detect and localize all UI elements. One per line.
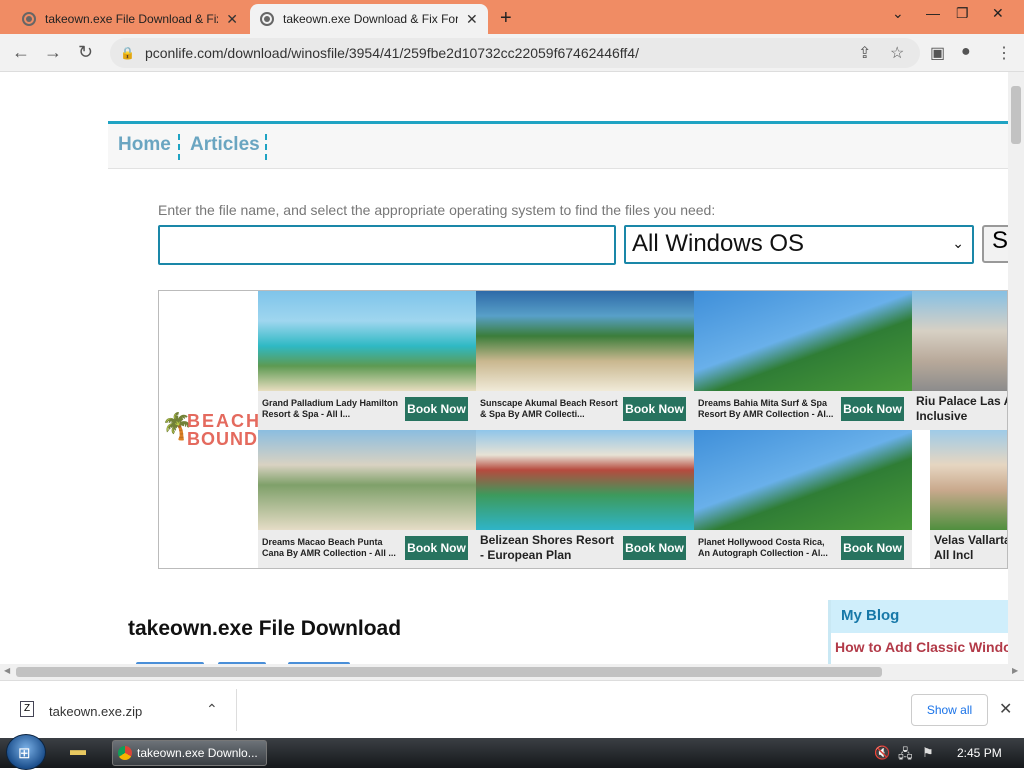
resort-photo — [258, 291, 476, 391]
action-center-icon[interactable]: ⚑ — [922, 745, 934, 761]
zip-file-icon: Z — [20, 701, 34, 717]
vertical-scroll-thumb[interactable] — [1011, 86, 1021, 144]
resort-photo — [694, 291, 912, 391]
taskbar-chrome-window[interactable]: takeown.exe Downlo... — [112, 740, 267, 766]
resort-photo — [912, 291, 1007, 391]
show-all-button[interactable]: Show all — [911, 694, 988, 726]
side-panel-icon[interactable]: ▣ — [930, 43, 945, 63]
blog-article-link[interactable]: How to Add Classic Windo — [831, 633, 1008, 661]
nav-articles-link[interactable]: Articles — [190, 134, 260, 156]
resort-card[interactable]: Dreams Bahia Mita Surf & Spa Resort By A… — [694, 291, 912, 430]
window-close-icon[interactable]: ✕ — [992, 5, 1004, 22]
resort-card[interactable]: Grand Palladium Lady Hamilton Resort & S… — [258, 291, 476, 430]
file-search-input[interactable] — [158, 225, 616, 265]
download-bar: Z takeown.exe.zip ⌃ Show all ✕ — [0, 680, 1024, 738]
chrome-icon — [118, 746, 132, 760]
restore-icon[interactable]: ❐ — [956, 5, 969, 22]
book-now-button[interactable]: Book Now — [623, 397, 686, 421]
tab-2-title: takeown.exe Download & Fix For — [283, 12, 458, 26]
site-favicon-icon — [22, 12, 36, 26]
resort-name: Planet Hollywood Costa Rica, An Autograp… — [698, 537, 828, 558]
windows-logo-icon: ⊞ — [18, 745, 31, 762]
windows-taskbar: ⊞ ▬ takeown.exe Downlo... 🔇 🖧 ⚑ 2:45 PM — [0, 734, 1024, 770]
menu-kebab-icon[interactable]: ⋮ — [996, 43, 1012, 63]
share-icon[interactable]: ⇪ — [858, 43, 871, 63]
blog-widget: My Blog How to Add Classic Windo — [828, 600, 1008, 664]
site-nav: Home Articles — [108, 121, 1008, 169]
resort-name: Sunscape Akumal Beach Resort & Spa By AM… — [480, 398, 618, 419]
close-tab-icon[interactable]: ✕ — [226, 11, 238, 28]
resort-name: Dreams Macao Beach Punta Cana By AMR Col… — [262, 537, 396, 558]
beachbound-ad[interactable]: 🌴 BEACH BOUND Grand Palladium Lady Hamil… — [158, 290, 1008, 569]
new-tab-icon[interactable]: + — [500, 7, 512, 30]
bookmark-star-icon[interactable]: ☆ — [890, 43, 904, 63]
close-download-bar-icon[interactable]: ✕ — [999, 699, 1012, 719]
lock-icon: 🔒 — [120, 46, 135, 60]
horizontal-scrollbar[interactable]: ◀ ▶ — [0, 664, 1024, 680]
file-explorer-icon[interactable]: ▬ — [70, 742, 98, 764]
web-page: Home Articles Enter the file name, and s… — [0, 72, 1008, 664]
resort-photo — [476, 291, 694, 391]
search-hint: Enter the file name, and select the appr… — [158, 202, 716, 218]
browser-toolbar: ← → ↻ 🔒 pconlife.com/download/winosfile/… — [0, 34, 1024, 72]
chevron-down-icon: ⌄ — [952, 235, 964, 251]
download-file-name[interactable]: takeown.exe.zip — [49, 704, 142, 719]
resort-card[interactable]: Riu Palace Las A - All Inclusive — [912, 291, 1007, 430]
resort-card[interactable]: Velas Vallarta S Resort - All Incl — [930, 430, 1008, 568]
book-now-button[interactable]: Book Now — [623, 536, 686, 560]
resort-name: Riu Palace Las A - All Inclusive — [916, 394, 1007, 423]
resort-photo — [476, 430, 694, 530]
site-favicon-icon — [260, 12, 274, 26]
tab-1[interactable]: takeown.exe File Download & Fix ✕ — [12, 4, 248, 34]
back-arrow-icon[interactable]: ← — [12, 42, 30, 63]
forward-arrow-icon[interactable]: → — [44, 42, 62, 63]
book-now-button[interactable]: Book Now — [841, 536, 904, 560]
resort-photo — [930, 430, 1007, 530]
tab-2-active[interactable]: takeown.exe Download & Fix For ✕ — [250, 4, 488, 34]
resort-name: Belizean Shores Resort - European Plan — [480, 533, 615, 562]
os-select[interactable]: All Windows OS ⌄ — [624, 225, 974, 264]
reload-icon[interactable]: ↻ — [78, 42, 93, 63]
search-button[interactable]: S — [982, 225, 1008, 263]
clock[interactable]: 2:45 PM — [957, 746, 1002, 760]
blog-heading: My Blog — [831, 600, 1008, 633]
horizontal-scroll-thumb[interactable] — [16, 667, 882, 677]
taskbar-window-title: takeown.exe Downlo... — [137, 746, 258, 760]
start-button[interactable]: ⊞ — [6, 734, 46, 770]
logo-line-2: BOUND — [187, 429, 258, 449]
address-bar[interactable]: 🔒 pconlife.com/download/winosfile/3954/4… — [110, 38, 920, 68]
tab-1-title: takeown.exe File Download & Fix — [45, 12, 219, 26]
nav-divider — [265, 134, 267, 160]
resort-card[interactable]: Dreams Macao Beach Punta Cana By AMR Col… — [258, 430, 476, 568]
resort-name: Dreams Bahia Mita Surf & Spa Resort By A… — [698, 398, 834, 419]
resort-card[interactable]: Planet Hollywood Costa Rica, An Autograp… — [694, 430, 912, 568]
book-now-button[interactable]: Book Now — [405, 536, 468, 560]
resort-card[interactable]: Sunscape Akumal Beach Resort & Spa By AM… — [476, 291, 694, 430]
resort-name: Velas Vallarta S Resort - All Incl — [934, 533, 1008, 562]
book-now-button[interactable]: Book Now — [841, 397, 904, 421]
tab-search-chevron-icon[interactable]: ⌄ — [892, 5, 904, 22]
vertical-scrollbar[interactable] — [1008, 72, 1024, 664]
profile-avatar-icon[interactable]: ● — [961, 43, 971, 61]
resort-name: Grand Palladium Lady Hamilton Resort & S… — [262, 398, 399, 419]
scroll-right-icon[interactable]: ▶ — [1012, 666, 1018, 675]
tab-strip: takeown.exe File Download & Fix ✕ takeow… — [0, 0, 1024, 34]
book-now-button[interactable]: Book Now — [405, 397, 468, 421]
close-tab-icon[interactable]: ✕ — [466, 11, 478, 28]
resort-card[interactable]: Belizean Shores Resort - European Plan B… — [476, 430, 694, 568]
resort-photo — [258, 430, 476, 530]
network-icon[interactable]: 🖧 — [898, 745, 913, 767]
divider — [236, 689, 237, 731]
chevron-up-icon[interactable]: ⌃ — [206, 701, 218, 718]
page-title: takeown.exe File Download — [128, 617, 402, 640]
nav-divider — [178, 134, 180, 160]
os-select-value: All Windows OS — [632, 230, 805, 257]
scroll-left-icon[interactable]: ◀ — [4, 666, 10, 675]
resort-photo — [694, 430, 912, 530]
volume-muted-icon[interactable]: 🔇 — [874, 745, 890, 761]
url-text: pconlife.com/download/winosfile/3954/41/… — [144, 45, 639, 61]
nav-home-link[interactable]: Home — [118, 134, 171, 156]
minimize-icon[interactable]: — — [926, 5, 940, 21]
